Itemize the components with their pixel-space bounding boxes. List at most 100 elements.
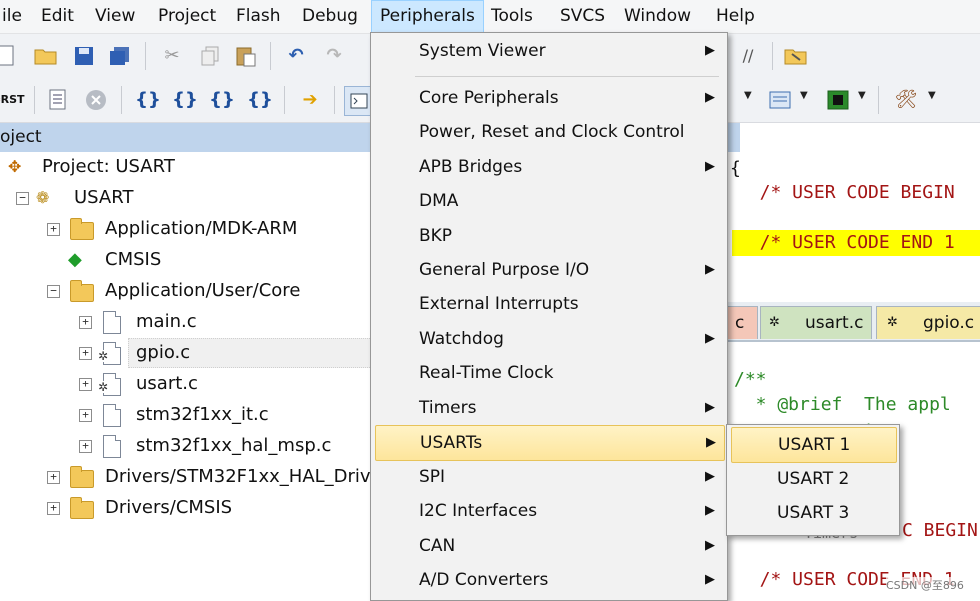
menu-item-system-viewer[interactable]: System Viewer ▶ (375, 34, 723, 68)
collapse-icon[interactable]: − (16, 192, 29, 205)
menu-project[interactable]: Project (150, 0, 224, 33)
file-icon (103, 435, 121, 458)
tree-item-folder[interactable]: − Application/User/Core (0, 276, 372, 306)
tree-item-file[interactable]: + stm32f1xx_hal_msp.c (0, 431, 372, 461)
expand-icon[interactable]: + (79, 440, 92, 453)
menu-item-watchdog[interactable]: Watchdog ▶ (375, 322, 723, 356)
menu-item-label: System Viewer (419, 41, 546, 61)
menu-item-label: Real-Time Clock (419, 363, 554, 383)
new-file-icon[interactable] (0, 42, 20, 70)
run-to-cursor-icon[interactable]: {} (246, 86, 274, 114)
tree-item-component[interactable]: ◆ CMSIS (0, 245, 372, 275)
expand-icon[interactable]: + (79, 409, 92, 422)
menu-peripherals[interactable]: Peripherals (371, 0, 484, 33)
step-over-icon[interactable]: {} (171, 86, 199, 114)
submenu-arrow-icon: ▶ (705, 90, 715, 105)
paste-icon[interactable] (232, 42, 260, 70)
expand-icon[interactable]: + (47, 223, 60, 236)
reset-icon[interactable]: ⇐RST (0, 86, 25, 114)
tree-item-project[interactable]: ✥ Project: USART (0, 152, 372, 182)
menu-debug[interactable]: Debug (294, 0, 366, 33)
cut-icon[interactable]: ✂ (158, 42, 186, 70)
stop-icon[interactable] (82, 86, 110, 114)
menu-view[interactable]: View (87, 0, 143, 33)
menu-item-gpio[interactable]: General Purpose I/O ▶ (375, 253, 723, 287)
dropdown-caret-icon[interactable]: ▼ (928, 90, 936, 101)
undo-icon[interactable]: ↶ (282, 42, 310, 70)
tab-file[interactable]: c (724, 306, 758, 339)
toolbox-icon[interactable] (824, 86, 852, 114)
tree-item-target[interactable]: − ❁ USART (0, 183, 372, 213)
expand-icon[interactable]: + (79, 316, 92, 329)
menu-help[interactable]: Help (708, 0, 763, 33)
listing-icon[interactable] (44, 86, 72, 114)
menu-item-usart-1[interactable]: USART 1 (731, 427, 897, 463)
menu-item-real-time-clock[interactable]: Real-Time Clock (375, 356, 723, 390)
tree-item-file[interactable]: + ✲ gpio.c (0, 338, 372, 368)
tree-item-file[interactable]: + stm32f1xx_it.c (0, 400, 372, 430)
target-icon: ❁ (36, 188, 50, 207)
tree-item-file[interactable]: + ✲ usart.c (0, 369, 372, 399)
menu-edit[interactable]: Edit (33, 0, 82, 33)
system-viewer-icon[interactable] (766, 86, 794, 114)
menu-item-core-peripherals[interactable]: Core Peripherals ▶ (375, 81, 723, 115)
menu-tools[interactable]: Tools (483, 0, 541, 33)
expand-icon[interactable]: + (79, 378, 92, 391)
menu-flash[interactable]: Flash (228, 0, 289, 33)
dropdown-caret-icon[interactable]: ▼ (858, 90, 866, 101)
menu-item-label: Watchdog (419, 329, 504, 349)
expand-icon[interactable]: + (47, 502, 60, 515)
show-next-statement-icon[interactable]: ➔ (296, 86, 324, 114)
menu-item-label: General Purpose I/O (419, 260, 590, 280)
tree-item-folder[interactable]: + Application/MDK-ARM (0, 214, 372, 244)
copy-icon[interactable] (196, 42, 224, 70)
toolbar-separator (34, 86, 35, 114)
menu-item-timers[interactable]: Timers ▶ (375, 391, 723, 425)
tree-item-folder[interactable]: + Drivers/STM32F1xx_HAL_Driver (0, 462, 389, 492)
toolbar-separator (270, 42, 271, 70)
menu-item-i2c-interfaces[interactable]: I2C Interfaces ▶ (375, 494, 723, 528)
save-icon[interactable] (70, 42, 98, 70)
menu-item-ad-converters[interactable]: A/D Converters ▶ (375, 563, 723, 597)
menu-item-can[interactable]: CAN ▶ (375, 529, 723, 563)
menu-file[interactable]: ile (0, 0, 30, 33)
menu-item-usart-3[interactable]: USART 3 (731, 496, 895, 530)
menu-item-label: BKP (419, 226, 453, 246)
configure-icon[interactable] (782, 42, 810, 70)
tools-wrench-icon[interactable]: 🛠 (892, 86, 920, 114)
menu-item-apb-bridges[interactable]: APB Bridges ▶ (375, 150, 723, 184)
menu-item-label: USART 3 (777, 503, 850, 523)
dropdown-caret-icon[interactable]: ▼ (744, 90, 752, 101)
menu-item-usarts[interactable]: USARTs ▶ (375, 425, 725, 461)
expand-icon[interactable]: + (79, 347, 92, 360)
menu-item-external-interrupts[interactable]: External Interrupts (375, 287, 723, 321)
tree-label: USART (74, 187, 134, 208)
menu-item-label: USART 2 (777, 469, 850, 489)
menu-item-power-reset-clock[interactable]: Power, Reset and Clock Control (375, 115, 723, 149)
tree-item-file[interactable]: + main.c (0, 307, 372, 337)
menu-window[interactable]: Window (616, 0, 699, 33)
tab-usart-c[interactable]: ✲ usart.c (760, 306, 872, 339)
menu-item-spi[interactable]: SPI ▶ (375, 460, 723, 494)
collapse-icon[interactable]: − (47, 285, 60, 298)
step-out-icon[interactable]: {} (208, 86, 236, 114)
toolbar-separator (145, 42, 146, 70)
editor-tab-strip: c ✲ usart.c ✲ gpio.c (724, 302, 980, 342)
tree-item-folder[interactable]: + Drivers/CMSIS (0, 493, 372, 523)
expand-icon[interactable]: + (47, 471, 60, 484)
tree-label: stm32f1xx_hal_msp.c (136, 435, 332, 456)
step-into-icon[interactable]: {} (134, 86, 162, 114)
menu-item-dma[interactable]: DMA (375, 184, 723, 218)
tab-gpio-c[interactable]: ✲ gpio.c (876, 306, 980, 339)
save-all-icon[interactable] (106, 42, 134, 70)
menu-item-label: APB Bridges (419, 157, 523, 177)
dropdown-caret-icon[interactable]: ▼ (800, 90, 808, 101)
open-folder-icon[interactable] (32, 42, 60, 70)
redo-icon[interactable]: ↷ (320, 42, 348, 70)
reset-label: RST (0, 93, 25, 106)
comment-icon[interactable]: // (734, 42, 762, 70)
menu-svcs[interactable]: SVCS (552, 0, 613, 33)
menu-item-usart-2[interactable]: USART 2 (731, 462, 895, 496)
menu-item-bkp[interactable]: BKP (375, 219, 723, 253)
tree-label: Drivers/STM32F1xx_HAL_Driver (105, 466, 390, 487)
